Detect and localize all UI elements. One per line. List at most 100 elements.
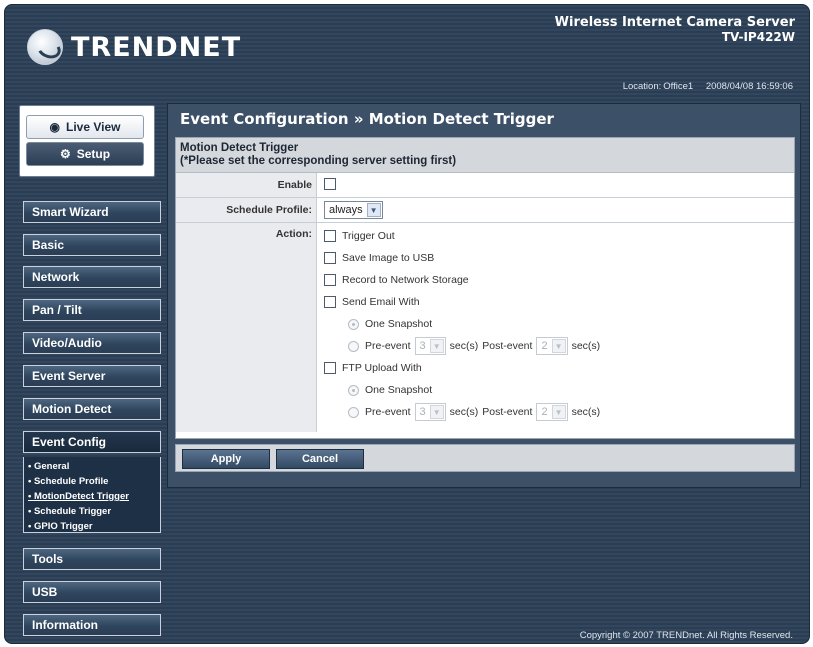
action-row: Action: Trigger Out Save Image to USB Re…	[176, 223, 794, 432]
ftp-post-event-select[interactable]: 2 ▼	[536, 403, 568, 421]
eye-icon: ◉	[49, 120, 60, 134]
email-one-snapshot-label: One Snapshot	[365, 318, 433, 330]
nav-information[interactable]: Information	[23, 614, 161, 636]
gears-icon: ⚙	[59, 147, 71, 161]
nav-label: Motion Detect	[32, 402, 112, 416]
email-post-event-select[interactable]: 2 ▼	[536, 337, 568, 355]
nav-label: Information	[32, 618, 98, 632]
nav-label: Smart Wizard	[32, 205, 109, 219]
trigger-out-option: Trigger Out	[324, 228, 395, 244]
nav-motion-detect[interactable]: Motion Detect	[23, 398, 161, 420]
email-sec-label-2: sec(s)	[571, 340, 601, 352]
ftp-upload-option: FTP Upload With	[324, 360, 422, 376]
apply-button[interactable]: Apply	[182, 449, 270, 469]
nav-tools[interactable]: Tools	[23, 548, 161, 570]
ftp-pre-event-label: Pre-event	[365, 406, 411, 418]
save-usb-label: Save Image to USB	[342, 252, 435, 264]
schedule-label: Schedule Profile:	[176, 198, 317, 222]
save-usb-checkbox[interactable]	[324, 252, 336, 264]
ftp-pre-event-select[interactable]: 3 ▼	[414, 403, 446, 421]
enable-checkbox[interactable]	[324, 178, 336, 191]
location-value: Office1	[663, 81, 694, 92]
page-title: Event Configuration » Motion Detect Trig…	[180, 110, 554, 128]
action-label: Action:	[176, 223, 317, 432]
enable-label: Enable	[176, 173, 317, 197]
nav-video-audio[interactable]: Video/Audio	[23, 332, 161, 354]
nav-network[interactable]: Network	[23, 266, 161, 288]
trigger-out-label: Trigger Out	[342, 230, 395, 242]
sub-item-gpio-trigger[interactable]: • GPIO Trigger	[28, 519, 156, 534]
ftp-sec-label-2: sec(s)	[571, 406, 601, 418]
chevron-down-icon: ▼	[551, 339, 566, 353]
email-pre-event-label: Pre-event	[365, 340, 411, 352]
ftp-post-event-value: 2	[541, 406, 548, 418]
ftp-pre-event-value: 3	[419, 406, 426, 418]
nav-label: Video/Audio	[32, 336, 102, 350]
nav-event-config[interactable]: Event Config	[23, 431, 161, 453]
nav-smart-wizard[interactable]: Smart Wizard	[23, 201, 161, 223]
nav-label: Tools	[32, 552, 64, 566]
sub-item-schedule-profile[interactable]: • Schedule Profile	[28, 474, 156, 489]
email-pre-post-radio[interactable]	[348, 340, 359, 352]
chevron-down-icon: ▼	[429, 405, 444, 419]
ftp-post-event-label: Post-event	[482, 406, 533, 418]
nav-event-server[interactable]: Event Server	[23, 365, 161, 387]
ftp-one-snapshot-option: One Snapshot	[348, 382, 432, 398]
event-config-submenu: • General • Schedule Profile • MotionDet…	[23, 457, 161, 533]
nav-usb[interactable]: USB	[23, 581, 161, 603]
location-label: Location:	[622, 81, 662, 92]
save-usb-option: Save Image to USB	[324, 250, 434, 266]
product-model: TV-IP422W	[721, 30, 795, 44]
ftp-pre-post-option: Pre-event 3 ▼ sec(s) Post-event 2 ▼ sec(…	[348, 403, 604, 421]
email-pre-post-option: Pre-event 3 ▼ sec(s) Post-event 2 ▼ sec(…	[348, 337, 604, 355]
button-bar: Apply Cancel	[175, 444, 795, 472]
app-frame: TRENDNET Wireless Internet Camera Server…	[4, 4, 810, 644]
header: TRENDNET Wireless Internet Camera Server…	[5, 5, 809, 97]
email-one-snapshot-radio[interactable]	[348, 318, 359, 330]
main-panel: Event Configuration » Motion Detect Trig…	[167, 103, 801, 488]
sub-item-schedule-trigger[interactable]: • Schedule Trigger	[28, 504, 156, 519]
record-nas-checkbox[interactable]	[324, 274, 336, 286]
trigger-out-checkbox[interactable]	[324, 230, 336, 242]
nav-label: Basic	[32, 238, 65, 252]
record-nas-option: Record to Network Storage	[324, 272, 469, 288]
ftp-one-snapshot-label: One Snapshot	[365, 384, 433, 396]
product-line: Wireless Internet Camera Server	[554, 15, 795, 30]
chevron-down-icon: ▼	[429, 339, 444, 353]
nav-pan-tilt[interactable]: Pan / Tilt	[23, 299, 161, 321]
setup-button[interactable]: ⚙ Setup	[26, 142, 144, 166]
ftp-sec-label-1: sec(s)	[449, 406, 479, 418]
trendnet-logo: TRENDNET	[27, 27, 241, 67]
schedule-profile-select[interactable]: always ▼	[324, 201, 383, 219]
mode-panel: ◉ Live View ⚙ Setup	[19, 105, 155, 177]
sub-item-general[interactable]: • General	[28, 459, 156, 474]
settings-form: Motion Detect Trigger (*Please set the c…	[175, 137, 795, 439]
cancel-button[interactable]: Cancel	[276, 449, 364, 469]
nav-basic[interactable]: Basic	[23, 234, 161, 256]
ftp-one-snapshot-radio[interactable]	[348, 384, 359, 396]
section-header: Motion Detect Trigger (*Please set the c…	[176, 138, 794, 173]
ftp-pre-post-radio[interactable]	[348, 406, 359, 418]
email-pre-event-select[interactable]: 3 ▼	[414, 337, 446, 355]
schedule-profile-value: always	[329, 204, 363, 216]
chevron-down-icon: ▼	[551, 405, 566, 419]
schedule-row: Schedule Profile: always ▼	[176, 198, 794, 223]
copyright-footer: Copyright © 2007 TRENDnet. All Rights Re…	[579, 630, 793, 641]
nav-label: Network	[32, 270, 80, 284]
email-pre-event-value: 3	[419, 340, 426, 352]
send-email-checkbox[interactable]	[324, 296, 336, 308]
sub-item-motiondetect-trigger[interactable]: • MotionDetect Trigger	[28, 489, 156, 504]
nav-label: Event Config	[32, 435, 106, 449]
ftp-upload-checkbox[interactable]	[324, 362, 336, 374]
email-sec-label-1: sec(s)	[449, 340, 479, 352]
ftp-upload-label: FTP Upload With	[342, 362, 422, 374]
enable-row: Enable	[176, 173, 794, 198]
chevron-down-icon: ▼	[366, 203, 381, 217]
send-email-option: Send Email With	[324, 294, 420, 310]
send-email-label: Send Email With	[342, 296, 420, 308]
email-post-event-label: Post-event	[482, 340, 533, 352]
email-one-snapshot-option: One Snapshot	[348, 316, 432, 332]
datetime: 2008/04/08 16:59:06	[705, 81, 793, 92]
logo-emblem-icon	[27, 29, 63, 65]
live-view-button[interactable]: ◉ Live View	[26, 115, 144, 139]
